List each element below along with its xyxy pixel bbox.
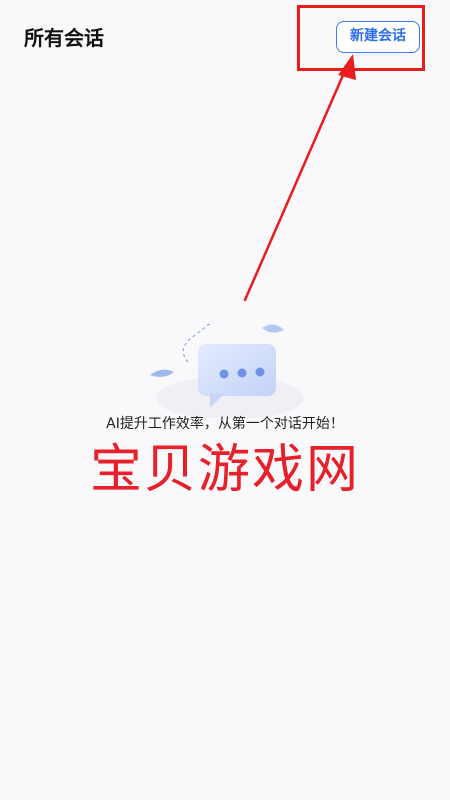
empty-state-message: AI提升工作效率，从第一个对话开始！ bbox=[106, 416, 344, 432]
annotation-highlight-box bbox=[297, 5, 425, 71]
chat-bubble-icon bbox=[150, 321, 304, 418]
page-title: 所有会话 bbox=[24, 26, 104, 50]
watermark-text: 宝贝游戏网 bbox=[89, 440, 360, 500]
